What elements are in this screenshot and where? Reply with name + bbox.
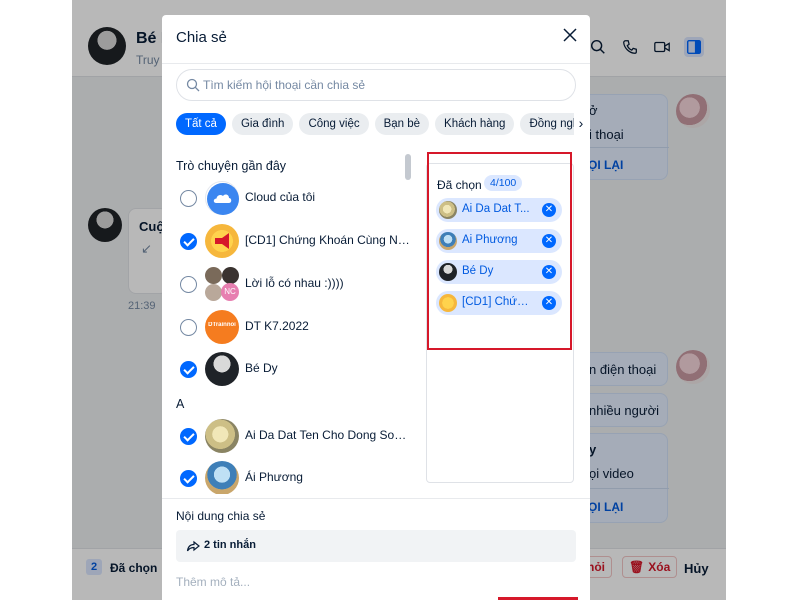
contact-avatar [205, 461, 239, 494]
dialog-title: Chia sẻ [176, 29, 227, 46]
list-item[interactable]: Ái Phương [162, 458, 412, 494]
forward-icon [186, 540, 200, 552]
conversation-name: DT K7.2022 [245, 319, 309, 333]
conversation-name: Bé Dy [245, 361, 278, 375]
select-radio[interactable] [180, 428, 197, 445]
scrollbar-thumb[interactable] [405, 154, 411, 180]
filter-tab-colleagues[interactable]: Đồng nghiệ [520, 113, 574, 135]
shared-content-box: 2 tin nhắn [176, 530, 576, 562]
description-input[interactable] [176, 571, 556, 593]
list-item[interactable]: [CD1] Chứng Khoán Cùng NMT [162, 221, 412, 261]
filter-tab-all[interactable]: Tất cả [176, 113, 226, 135]
select-radio [180, 276, 197, 293]
contact-avatar [205, 352, 239, 386]
conversation-name: Cloud của tôi [245, 190, 316, 204]
divider [162, 63, 590, 64]
contact-avatar [205, 419, 239, 453]
list-item[interactable]: Cloud của tôi [162, 178, 412, 218]
search-box[interactable] [176, 69, 576, 101]
select-radio[interactable] [180, 470, 197, 487]
filter-tabs: Tất cả Gia đình Công việc Bạn bè Khách hàng Đ… [176, 113, 574, 137]
chevron-right-icon[interactable]: › [574, 114, 588, 134]
select-radio[interactable] [180, 190, 197, 207]
recent-section-label: Trò chuyện gần đây [176, 159, 287, 173]
share-content-label: Nội dung chia sẻ [176, 509, 266, 523]
close-icon[interactable] [562, 27, 578, 43]
divider [162, 498, 590, 499]
megaphone-avatar-icon [205, 224, 239, 258]
search-icon [186, 78, 200, 92]
select-radio[interactable] [180, 361, 197, 378]
list-item[interactable]: Ai Da Dat Ten Cho Dong Song ... [162, 416, 412, 456]
dt-logo-text: DTrainnoi [208, 322, 236, 328]
group-member-avatar [205, 267, 222, 284]
search-input[interactable] [203, 74, 563, 96]
conversation-name: Ai Da Dat Ten Cho Dong Song ... [245, 428, 410, 442]
list-item[interactable]: Bé Dy [162, 349, 412, 389]
select-radio[interactable] [180, 233, 197, 250]
group-more-badge: NC [221, 283, 239, 301]
alpha-section-label: A [176, 397, 185, 411]
conversation-name: Ái Phương [245, 470, 303, 484]
group-member-avatar [205, 284, 222, 301]
filter-tab-family[interactable]: Gia đình [231, 113, 294, 135]
highlight-box [427, 152, 572, 350]
filter-tab-work[interactable]: Công việc [299, 113, 369, 135]
select-radio[interactable] [180, 319, 197, 336]
group-avatar: NC [205, 267, 239, 301]
dt-logo-avatar: DTrainnoi [205, 310, 239, 344]
list-item[interactable]: NC Lời lỗ có nhau :)))) [162, 264, 412, 304]
conversation-name: Lời lỗ có nhau :)))) [245, 276, 344, 290]
filter-tab-customers[interactable]: Khách hàng [435, 113, 515, 135]
cloud-icon [205, 181, 239, 215]
conversation-list[interactable]: Trò chuyện gần đây Cloud của tôi [CD1] C… [162, 149, 414, 494]
list-item[interactable]: DTrainnoi DT K7.2022 [162, 307, 412, 347]
conversation-name: [CD1] Chứng Khoán Cùng NMT [245, 233, 410, 247]
group-member-avatar [222, 267, 239, 284]
shared-message-count: 2 tin nhắn [204, 539, 256, 551]
filter-tab-friends[interactable]: Bạn bè [374, 113, 430, 135]
